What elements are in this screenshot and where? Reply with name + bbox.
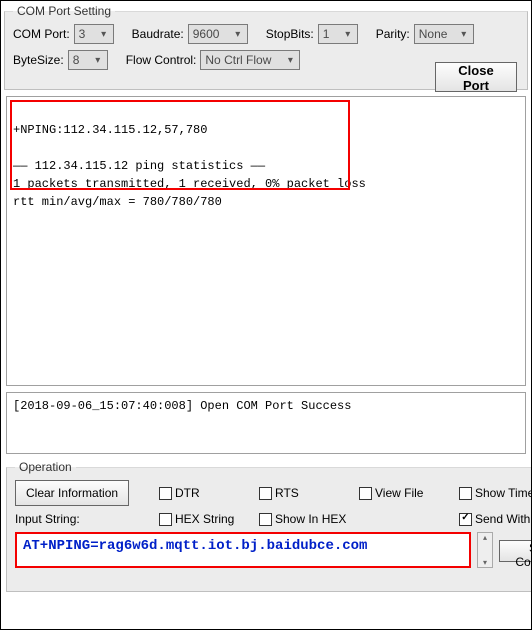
log-text: [2018-09-06_15:07:40:008] Open COM Port … [13, 399, 351, 413]
stopbits-label: StopBits: [266, 27, 314, 41]
chevron-up-icon: ▴ [483, 533, 487, 542]
hex-string-checkbox[interactable]: HEX String [159, 512, 259, 526]
rts-checkbox[interactable]: RTS [259, 486, 359, 500]
com-port-setting-panel: COM Port Setting COM Port: 3▾ Baudrate: … [4, 4, 528, 90]
input-string-label: Input String: [15, 512, 80, 526]
parity-select[interactable]: None▾ [414, 24, 474, 44]
chevron-down-icon: ▾ [341, 29, 355, 40]
com-port-select[interactable]: 3▾ [74, 24, 114, 44]
input-string-field[interactable]: AT+NPING=rag6w6d.mqtt.iot.bj.baidubce.co… [15, 532, 471, 568]
flowcontrol-label: Flow Control: [126, 53, 197, 67]
input-scrollbar[interactable]: ▴ ▾ [477, 532, 493, 568]
clear-information-button[interactable]: Clear Information [15, 480, 129, 506]
flowcontrol-select[interactable]: No Ctrl Flow▾ [200, 50, 300, 70]
stopbits-select[interactable]: 1▾ [318, 24, 358, 44]
baudrate-label: Baudrate: [132, 27, 184, 41]
operation-legend: Operation [15, 460, 76, 474]
baudrate-select[interactable]: 9600▾ [188, 24, 248, 44]
chevron-down-icon: ▾ [457, 29, 471, 40]
chevron-down-icon: ▾ [283, 55, 297, 66]
show-time-checkbox[interactable]: Show Time [459, 486, 532, 500]
chevron-down-icon: ▾ [231, 29, 245, 40]
chevron-down-icon: ▾ [97, 29, 111, 40]
parity-label: Parity: [376, 27, 410, 41]
chevron-down-icon: ▾ [91, 55, 105, 66]
send-command-button[interactable]: Send Command [499, 540, 532, 562]
bytesize-select[interactable]: 8▾ [68, 50, 108, 70]
output-textarea[interactable]: +NPING:112.34.115.12,57,780 —— 112.34.11… [6, 96, 526, 386]
view-file-checkbox[interactable]: View File [359, 486, 459, 500]
com-port-setting-legend: COM Port Setting [13, 4, 115, 18]
bytesize-label: ByteSize: [13, 53, 64, 67]
show-in-hex-checkbox[interactable]: Show In HEX [259, 512, 359, 526]
dtr-checkbox[interactable]: DTR [159, 486, 259, 500]
close-port-button[interactable]: Close Port [435, 62, 517, 92]
output-text: +NPING:112.34.115.12,57,780 —— 112.34.11… [13, 123, 366, 209]
com-port-label: COM Port: [13, 27, 70, 41]
send-with-enter-checkbox[interactable]: Send With Enter [459, 512, 532, 526]
chevron-down-icon: ▾ [483, 558, 487, 567]
operation-panel: Operation Clear Information DTR RTS View… [6, 460, 532, 592]
log-textarea[interactable]: [2018-09-06_15:07:40:008] Open COM Port … [6, 392, 526, 454]
input-string-value: AT+NPING=rag6w6d.mqtt.iot.bj.baidubce.co… [23, 538, 367, 554]
